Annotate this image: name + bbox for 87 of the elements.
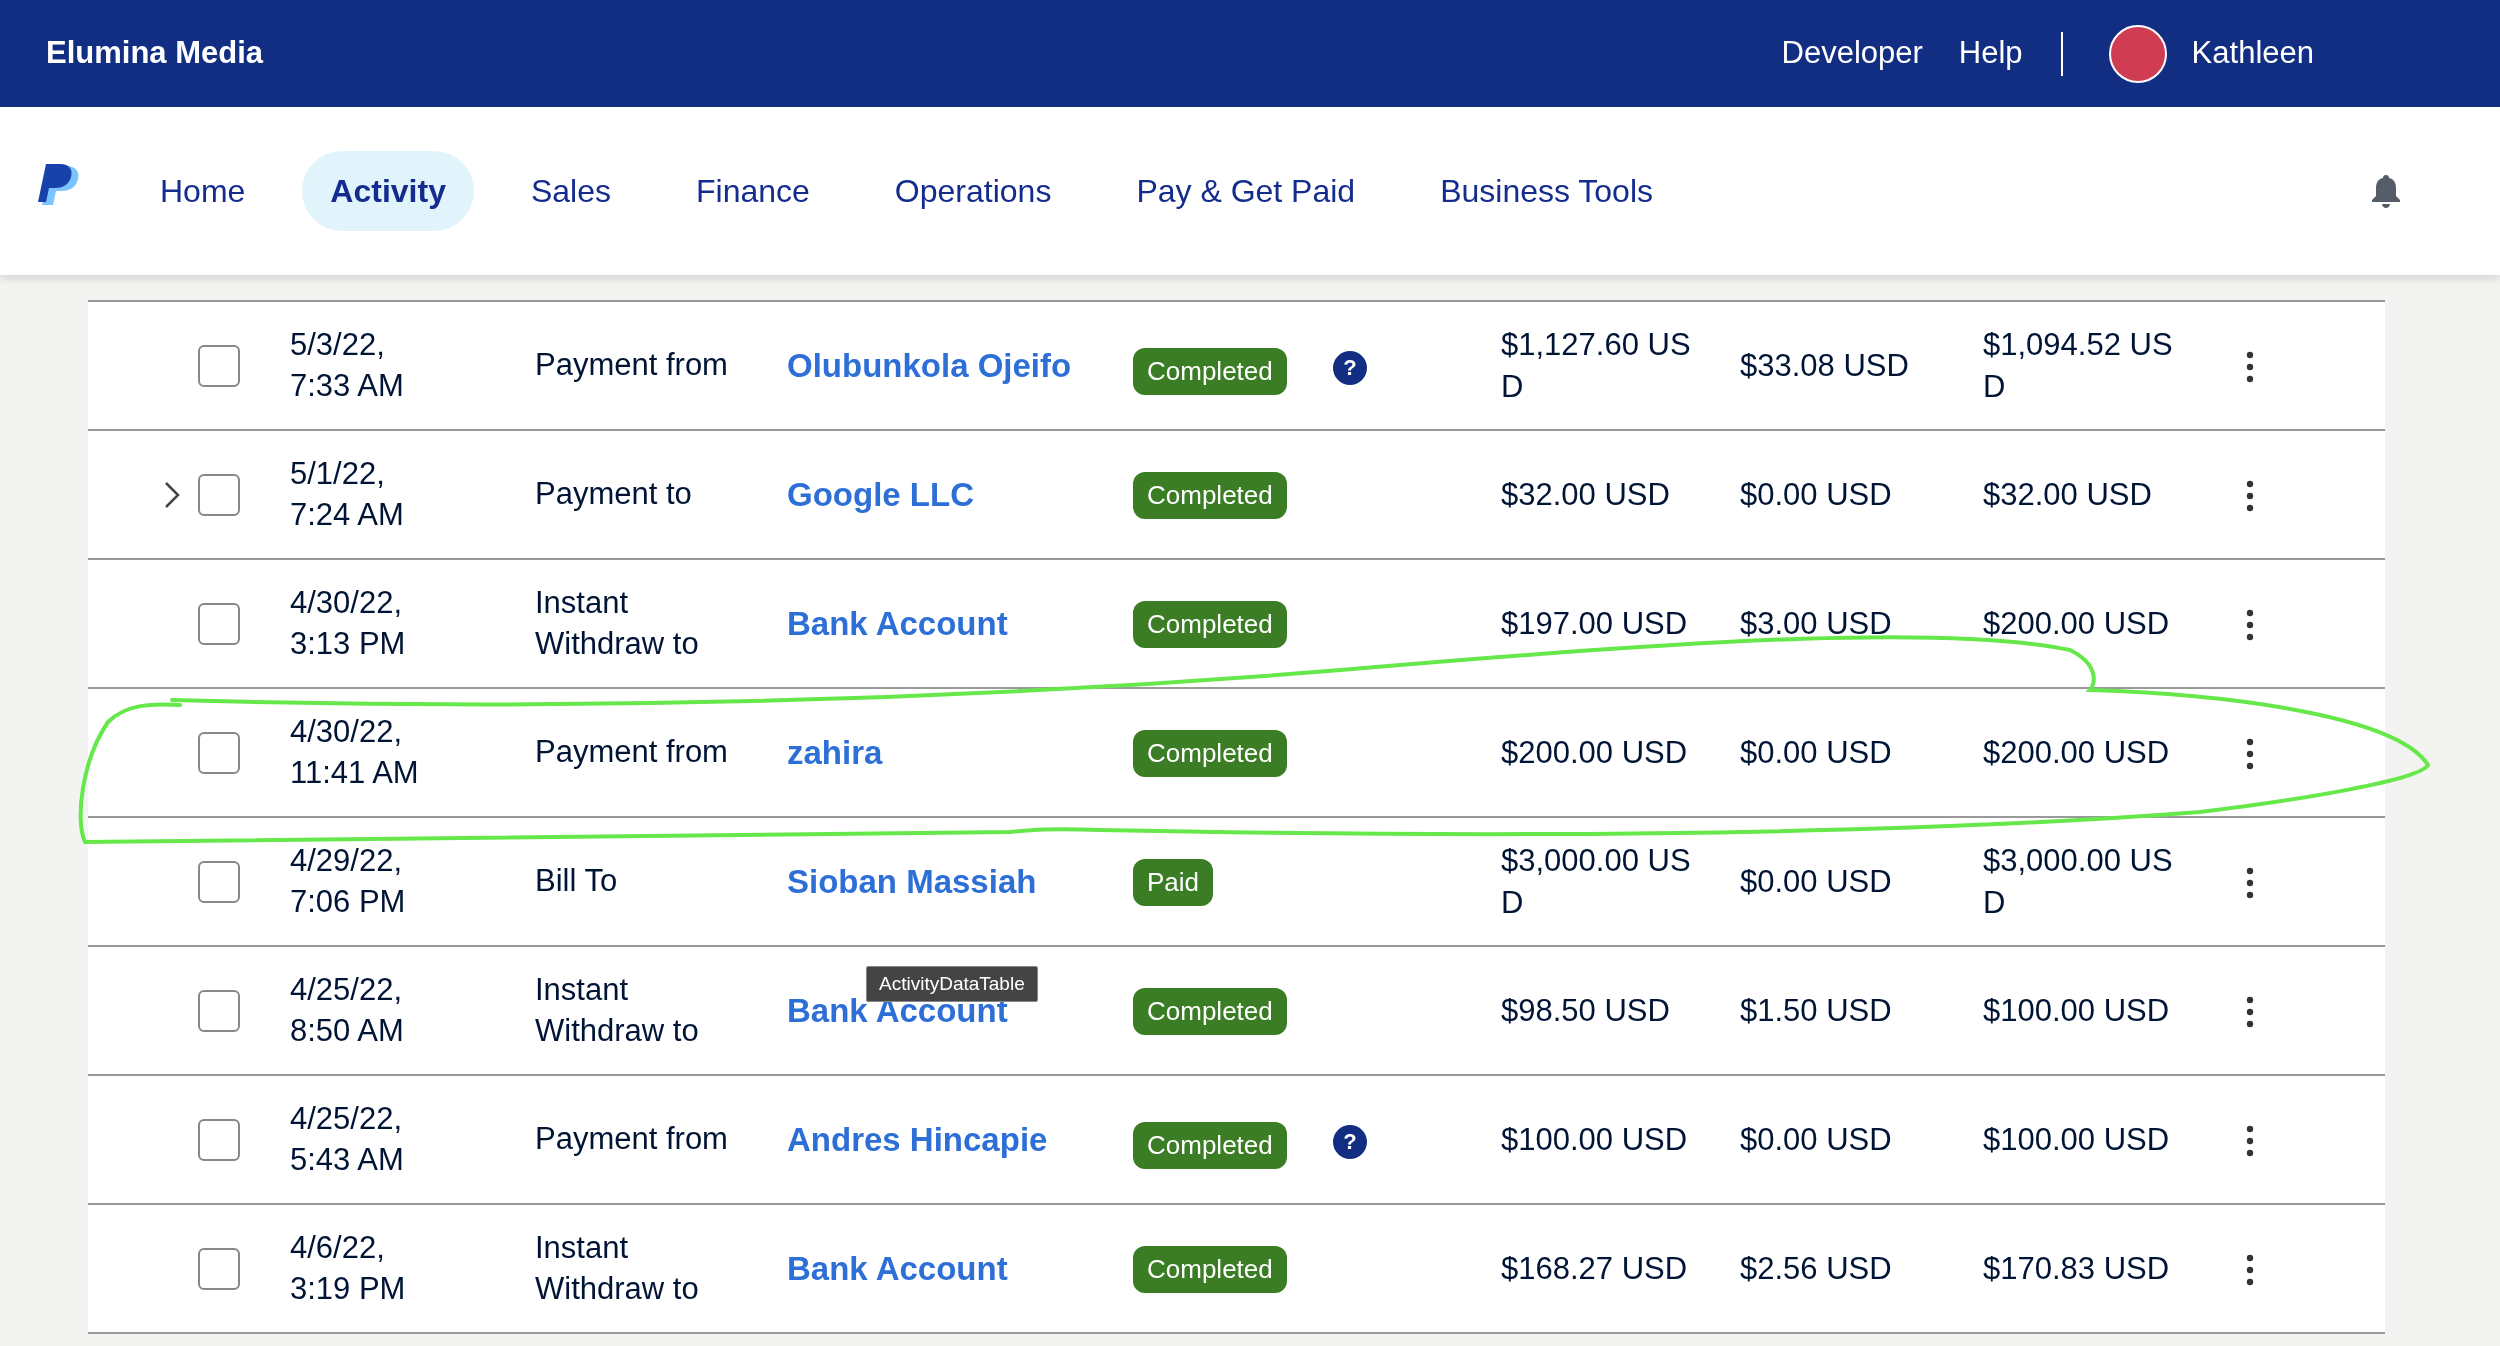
net-amount: $170.83 USD: [1983, 1249, 2171, 1288]
net-amount: $100.00 USD: [1983, 1120, 2171, 1159]
counterparty-link[interactable]: Google LLC: [787, 469, 974, 520]
nav-tab[interactable]: Home: [132, 151, 274, 231]
net-amount: $200.00 USD: [1983, 733, 2171, 772]
fee-amount: $1.50 USD: [1740, 991, 1893, 1030]
nav-tab[interactable]: Pay & Get Paid: [1108, 151, 1384, 231]
transaction-type: Bill To: [535, 862, 619, 901]
status-badge: Completed: [1133, 729, 1287, 777]
time-text: 7:06 PM: [290, 882, 407, 921]
counterparty-link[interactable]: Andres Hincapie: [787, 1114, 1048, 1165]
gross-amount: $197.00 USD: [1501, 604, 1689, 643]
fee-amount: $0.00 USD: [1740, 1120, 1893, 1159]
date-text: 5/3/22,: [290, 326, 386, 365]
counterparty-link[interactable]: zahira: [787, 727, 883, 778]
user-name[interactable]: Kathleen: [2191, 30, 2314, 77]
gross-amount: $100.00 USD: [1501, 1120, 1689, 1159]
time-text: 3:19 PM: [290, 1269, 407, 1308]
gross-amount: $3,000.00 USD: [1501, 841, 1691, 922]
time-text: 11:41 AM: [290, 753, 420, 792]
gross-amount: $1,127.60 USD: [1501, 325, 1691, 406]
transaction-type: Payment from: [535, 1120, 729, 1159]
checkbox[interactable]: [198, 989, 240, 1032]
brand-name: Elumina Media: [46, 34, 264, 73]
nav-tab[interactable]: Activity: [302, 151, 474, 231]
fee-amount: $0.00 USD: [1740, 733, 1893, 772]
net-amount: $1,094.52 USD: [1983, 325, 2173, 406]
nav-tab[interactable]: Sales: [502, 151, 639, 231]
status-badge: Completed: [1133, 1245, 1287, 1293]
chevron-icon[interactable]: [164, 480, 180, 509]
date-text: 4/25/22,: [290, 1100, 404, 1139]
fee-amount: $2.56 USD: [1740, 1249, 1893, 1288]
date-text: 5/1/22,: [290, 455, 386, 494]
bell-icon[interactable]: [2372, 174, 2400, 208]
fee-amount: $0.00 USD: [1740, 862, 1893, 901]
transaction-type: Instant Withdraw to: [535, 584, 700, 663]
net-amount: $3,000.00 USD: [1983, 841, 2173, 922]
status-badge: Completed: [1133, 1122, 1287, 1169]
status-badge: Completed: [1133, 987, 1287, 1035]
fee-amount: $3.00 USD: [1740, 604, 1893, 643]
time-text: 7:24 AM: [290, 495, 405, 534]
status-badge: Completed: [1133, 471, 1287, 519]
transaction-type: Instant Withdraw to: [535, 1229, 700, 1308]
transaction-type: Payment from: [535, 346, 729, 385]
help-icon[interactable]: ?: [1333, 350, 1367, 385]
fee-amount: $0.00 USD: [1740, 475, 1893, 514]
counterparty-link[interactable]: Bank Account: [787, 1243, 1008, 1294]
time-text: 8:50 AM: [290, 1011, 405, 1050]
counterparty-link[interactable]: Olubunkola Ojeifo: [787, 340, 1072, 391]
gross-amount: $168.27 USD: [1501, 1249, 1689, 1288]
nav-tab[interactable]: Finance: [668, 151, 838, 231]
counterparty-link[interactable]: Bank Account: [787, 598, 1008, 649]
fee-amount: $33.08 USD: [1740, 346, 1910, 385]
date-text: 4/30/22,: [290, 713, 404, 752]
checkbox[interactable]: [198, 1247, 240, 1290]
net-amount: $32.00 USD: [1983, 475, 2153, 514]
date-text: 4/29/22,: [290, 842, 404, 881]
nav-tab[interactable]: Operations: [866, 151, 1080, 231]
checkbox[interactable]: [198, 473, 240, 516]
checkbox[interactable]: [198, 344, 240, 387]
time-text: 3:13 PM: [290, 624, 407, 663]
status-badge: Paid: [1133, 858, 1214, 906]
date-text: 4/25/22,: [290, 971, 404, 1010]
gross-amount: $32.00 USD: [1501, 475, 1671, 514]
checkbox[interactable]: [198, 602, 240, 645]
nav-tab[interactable]: Business Tools: [1412, 151, 1681, 231]
gross-amount: $98.50 USD: [1501, 991, 1671, 1030]
time-text: 5:43 AM: [290, 1140, 405, 1179]
transaction-type: Payment to: [535, 475, 693, 514]
tooltip: ActivityDataTable: [866, 965, 1038, 1003]
date-text: 4/6/22,: [290, 1229, 386, 1268]
status-badge: Completed: [1133, 348, 1287, 395]
checkbox[interactable]: [198, 731, 240, 774]
checkbox[interactable]: [198, 860, 240, 903]
transaction-type: Payment from: [535, 733, 729, 772]
transaction-type: Instant Withdraw to: [535, 971, 700, 1050]
date-text: 4/30/22,: [290, 584, 404, 623]
help-icon[interactable]: ?: [1333, 1124, 1367, 1159]
nav-link[interactable]: Help: [1958, 30, 2023, 77]
time-text: 7:33 AM: [290, 366, 405, 405]
counterparty-link[interactable]: Sioban Massiah: [787, 856, 1037, 907]
net-amount: $100.00 USD: [1983, 991, 2171, 1030]
gross-amount: $200.00 USD: [1501, 733, 1689, 772]
net-amount: $200.00 USD: [1983, 604, 2171, 643]
nav-link[interactable]: Developer: [1781, 30, 1923, 77]
checkbox[interactable]: [198, 1118, 240, 1161]
status-badge: Completed: [1133, 600, 1287, 648]
